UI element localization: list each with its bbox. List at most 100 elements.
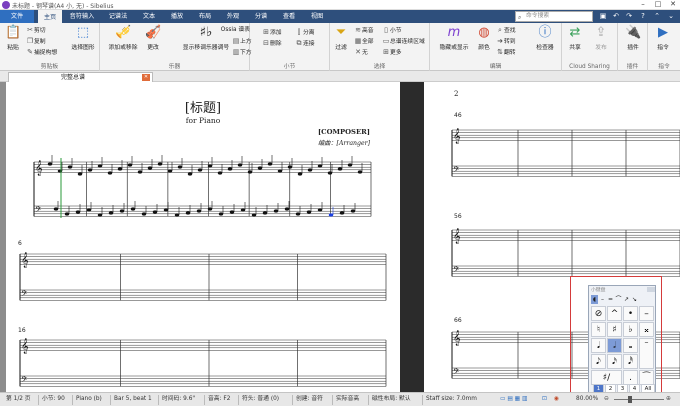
keypad-top-key[interactable]: ↘ [631,295,638,304]
keypad-top-key[interactable]: = [607,295,614,304]
goto-button[interactable]: ➜转到 [496,37,516,46]
tab-notations[interactable]: 记谱法 [104,10,132,23]
select-more-button[interactable]: ⊞更多 [382,48,402,57]
keypad-top-key[interactable]: ⌒ [615,295,622,304]
tab-home[interactable]: 主页 [38,10,62,23]
keypad-top-key[interactable]: – [599,295,606,304]
zoom-out-icon[interactable]: ⊖ [604,393,609,406]
tab-note-input[interactable]: 音符输入 [66,10,98,23]
select-all-button[interactable]: ▦全部 [354,37,374,46]
split-bar-button[interactable]: ⫿ 分离 [295,28,315,37]
close-tab-icon[interactable]: ✕ [142,74,150,81]
close-button[interactable]: ✕ [666,0,680,8]
zoom-in-icon[interactable]: ⊕ [666,393,671,406]
minimize-ribbon-icon[interactable]: ⌃ [652,11,662,21]
keypad-key[interactable]: ♯/ [591,370,622,385]
publish-button[interactable]: ⇪ 发布 [592,25,610,51]
redo-icon[interactable]: ↷ [624,11,634,21]
key-signature-icon: ♯♭ [199,25,213,40]
keypad-key[interactable]: 𝅘𝅥𝅮 [591,354,606,369]
select-graphic-button[interactable]: ⬚ 选择图形 [68,25,98,51]
ossia-below-button[interactable]: ▥下方 [232,48,252,57]
zoom-icon[interactable]: ◉ [554,393,559,406]
ribbon-options-icon[interactable]: ⌄ [666,11,676,21]
select-none-label: 无 [362,50,368,56]
paste-button[interactable]: 📋 粘贴 [3,25,23,51]
command-search-input[interactable]: ⌕ 命令搜索 [515,11,593,22]
ossia-above-button[interactable]: ▤上方 [232,37,252,46]
tab-layout[interactable]: 布局 [194,10,216,23]
join-bar-button[interactable]: ⧉ 连接 [295,39,315,48]
inspector-label: 检查器 [536,45,554,51]
format-painter-button[interactable]: ✎捕捉构想 [26,48,57,57]
commands-button[interactable]: ▶ 指令 [654,25,672,51]
keypad-key[interactable]: 𝄻 [639,338,654,369]
tab-review[interactable]: 查看 [278,10,300,23]
ribbon: 📋 粘贴 ✂剪切 ❐复制 ✎捕捉构想 ⬚ 选择图形 剪贴板 🎺 添加或移除 🎻 更改 ♯… [0,23,680,71]
save-icon[interactable]: ▣ [598,11,608,21]
plugins-button[interactable]: 🔌 插件 [624,25,642,51]
zoom-slider-track[interactable] [614,399,664,400]
keypad-key[interactable]: ^ [607,306,622,321]
undo-icon[interactable]: ↶ [611,11,621,21]
keypad-key[interactable]: 𝅝 [623,338,638,353]
maximize-button[interactable]: □ [651,0,665,8]
zoom-slider-thumb[interactable] [628,396,632,403]
keypad-top-key[interactable]: ↗ [623,295,630,304]
filter-button[interactable]: ⏷ 过滤 [332,25,350,51]
tab-view[interactable]: 视图 [306,10,328,23]
tab-file[interactable]: 文件 [0,10,34,23]
keypad-key[interactable]: 𝅘𝅥 [591,338,606,353]
add-bar-button[interactable]: ⊞添加 [262,28,282,37]
select-graphic-label: 选择图形 [71,45,95,51]
select-none-button[interactable]: ✕无 [354,48,368,57]
keypad-key[interactable]: ⊘ [591,306,606,321]
keypad-key[interactable]: ♭ [623,322,638,337]
share-button[interactable]: ⇄ 共享 [566,25,584,51]
keypad-key[interactable]: 𝄪 [639,322,654,337]
add-remove-instruments-button[interactable]: 🎺 添加或移除 [104,25,142,51]
color-button[interactable]: ◍ 颜色 [476,25,492,51]
select-passage-button[interactable]: ▭总谱连续区域 [382,37,425,46]
help-icon[interactable]: ? [638,11,648,21]
tab-parts[interactable]: 分谱 [250,10,272,23]
goto-label: 转到 [504,39,516,45]
inspector-button[interactable]: ⓘ 检查器 [532,25,558,51]
change-label: 更改 [147,45,159,51]
hide-show-button[interactable]: m 隐藏或显示 [436,25,472,51]
copy-button[interactable]: ❐复制 [26,37,46,46]
tab-play[interactable]: 播放 [166,10,188,23]
find-button[interactable]: ⌕ 查找 [496,26,516,35]
flip-button[interactable]: ⇅翻转 [496,48,516,57]
select-bar-button[interactable]: ▯ 小节 [382,26,402,35]
keypad-key[interactable]: ♯ [607,322,622,337]
bass-clef: 𝄢 [453,266,460,277]
view-mode-icons[interactable]: ▭ ▤ ▦ ▥ [500,393,527,406]
keypad-key[interactable]: ♮ [591,322,606,337]
keypad-key[interactable]: ⁀ [639,370,654,385]
keypad-key[interactable]: – [639,306,654,321]
cut-button[interactable]: ✂剪切 [26,26,46,35]
change-instrument-button[interactable]: 🎻 更改 [144,25,162,51]
status-bar-count: 小节: 90 [42,396,65,402]
document-tab-full-score[interactable]: 完整总谱 ✕ [8,72,153,82]
keypad-key[interactable]: 𝅘𝅥𝅰 [623,354,638,369]
tab-text[interactable]: 文本 [138,10,160,23]
zoom-fit-icon[interactable]: ⊡ [542,393,547,406]
keypad-key-selected[interactable]: 𝅗𝅥 [607,338,622,353]
keypad-close-icon[interactable] [647,287,655,292]
keypad-panel[interactable]: 小键盘 ◖ – = ⌒ ↗ ↘ ⊘ ^ • – ♮ ♯ ♭ 𝄪 𝅘𝅥 𝅗𝅥 𝅝 … [588,285,656,395]
keypad-top-key[interactable]: ◖ [591,295,598,304]
note-head [77,172,83,176]
note-head [130,207,136,211]
group-clipboard: 📋 粘贴 ✂剪切 ❐复制 ✎捕捉构想 ⬚ 选择图形 剪贴板 [0,23,100,71]
delete-bar-button[interactable]: ⊟删除 [262,39,282,48]
keypad-key[interactable]: • [623,306,638,321]
select-high-button[interactable]: ≋高音 [354,26,374,35]
group-commands: ▶ 指令 指令 [648,23,680,71]
keypad-key[interactable]: 𝅘𝅥𝅯 [607,354,622,369]
keypad-key[interactable]: . [623,370,638,385]
tab-appearance[interactable]: 外观 [222,10,244,23]
minimize-button[interactable]: – [636,0,650,8]
note-head [117,167,123,171]
